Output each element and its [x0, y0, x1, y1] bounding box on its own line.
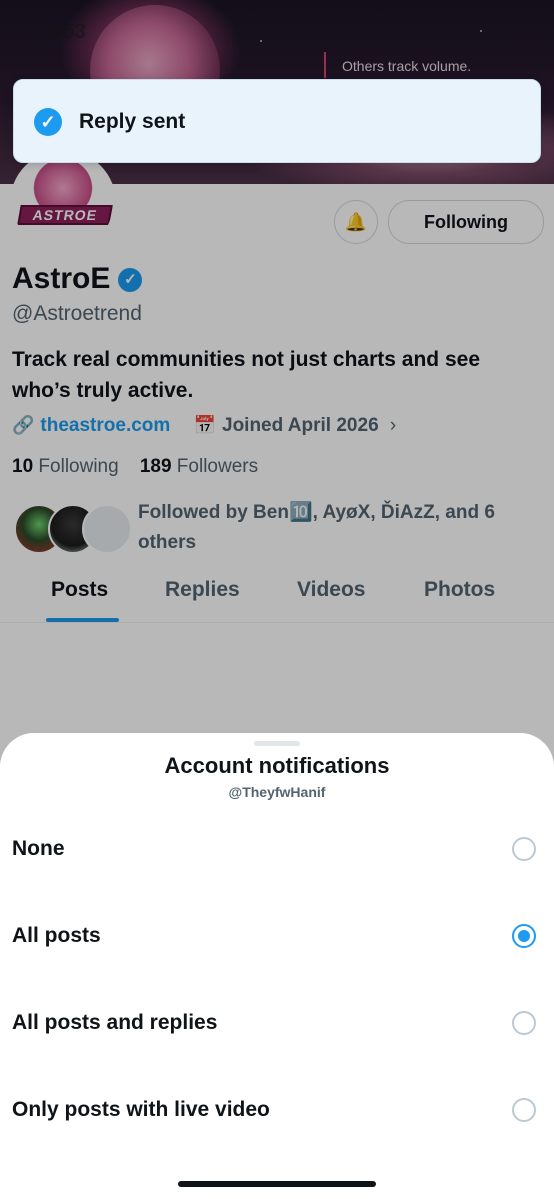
sheet-title: Account notifications: [164, 753, 390, 778]
reply-sent-toast[interactable]: ✓ Reply sent: [13, 79, 541, 163]
option-all-posts[interactable]: All posts: [0, 908, 554, 968]
option-label: All posts: [12, 924, 101, 947]
check-circle-icon: ✓: [34, 108, 62, 136]
radio-button[interactable]: [512, 1098, 536, 1122]
option-all-posts-and-replies[interactable]: All posts and replies: [0, 995, 554, 1055]
account-notifications-sheet: Account notifications @TheyfwHanif None …: [0, 733, 554, 1199]
radio-button[interactable]: [512, 1011, 536, 1035]
home-indicator[interactable]: [178, 1181, 376, 1187]
radio-button-selected[interactable]: [512, 924, 536, 948]
option-live-video[interactable]: Only posts with live video: [0, 1082, 554, 1142]
sheet-grabber[interactable]: [254, 741, 300, 746]
radio-button[interactable]: [512, 837, 536, 861]
option-none[interactable]: None: [0, 821, 554, 881]
option-label: All posts and replies: [12, 1011, 218, 1034]
option-label: None: [12, 837, 65, 860]
sheet-subtitle: @TheyfwHanif: [228, 784, 326, 800]
toast-message: Reply sent: [79, 110, 186, 133]
option-label: Only posts with live video: [12, 1098, 270, 1121]
